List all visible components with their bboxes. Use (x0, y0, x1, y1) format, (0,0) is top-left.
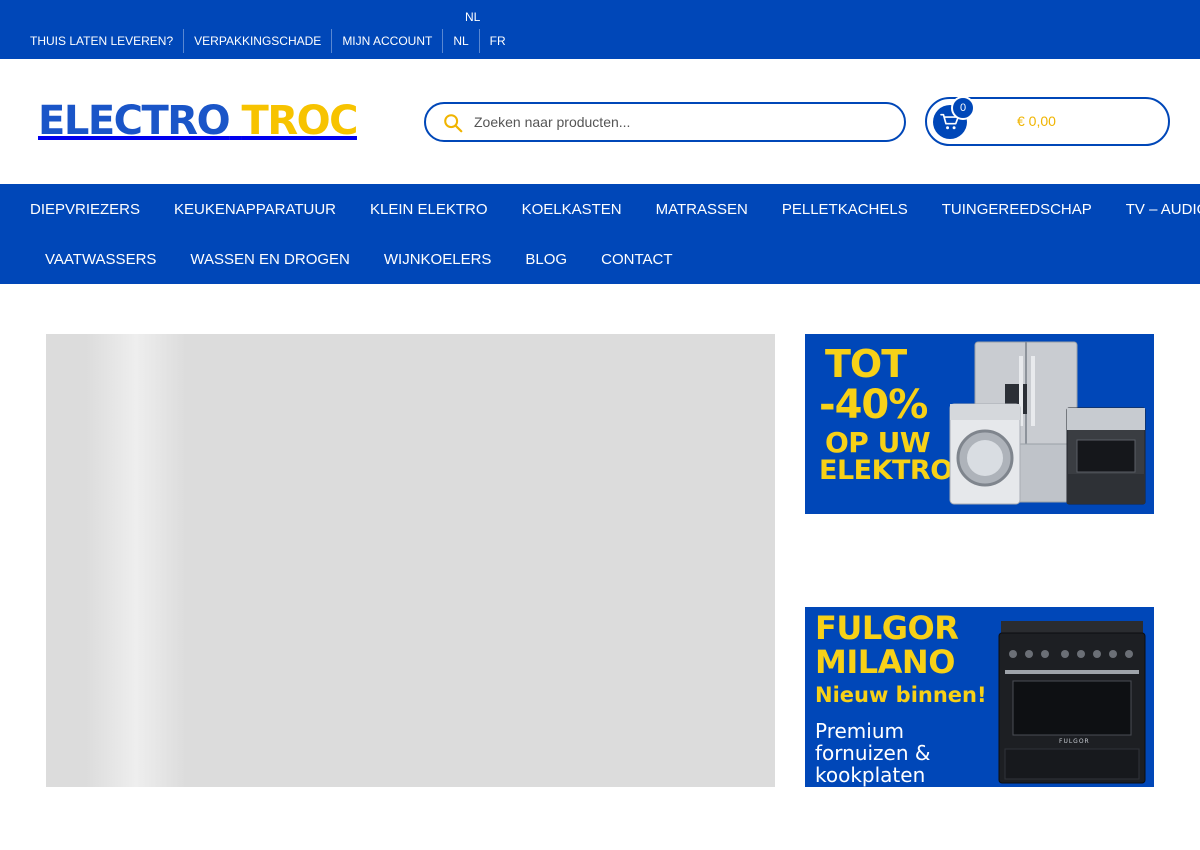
nav-item-matrassen[interactable]: MATRASSEN (656, 201, 748, 218)
nav-item-wijnkoelers[interactable]: WIJNKOELERS (384, 251, 492, 268)
appliances-illustration (949, 341, 1146, 505)
search-input[interactable] (474, 110, 884, 134)
nav-item-blog[interactable]: BLOG (525, 251, 567, 268)
main-nav: DIEPVRIEZERS KEUKENAPPARATUUR KLEIN ELEK… (0, 184, 1200, 284)
hero-slider-placeholder[interactable] (46, 334, 775, 787)
nav-row-1: DIEPVRIEZERS KEUKENAPPARATUUR KLEIN ELEK… (30, 184, 1200, 234)
toplink-deliver-home[interactable]: THUIS LATEN LEVEREN? (30, 29, 185, 53)
cart-total: € 0,00 (1017, 113, 1056, 129)
nav-item-wassen-en-drogen[interactable]: WASSEN EN DROGEN (190, 251, 349, 268)
nav-item-tv-audio[interactable]: TV – AUDIO (1126, 201, 1200, 218)
nav-item-diepvriezers[interactable]: DIEPVRIEZERS (30, 201, 140, 218)
search-box (424, 102, 906, 142)
nav-item-vaatwassers[interactable]: VAATWASSERS (45, 251, 156, 268)
nav-item-contact[interactable]: CONTACT (601, 251, 672, 268)
range-cooker-illustration (998, 621, 1146, 784)
loading-shimmer (86, 334, 186, 787)
logo-text-troc: TROC (241, 98, 359, 144)
cart-count-badge: 0 (951, 96, 975, 120)
site-header: ELECTRO TROC 0 € 0,00 (0, 59, 1200, 184)
nav-item-keukenapparatuur[interactable]: KEUKENAPPARATUUR (174, 201, 336, 218)
top-links: THUIS LATEN LEVEREN? VERPAKKINGSCHADE MI… (30, 29, 516, 53)
nav-item-tuingereedschap[interactable]: TUINGEREEDSCHAP (942, 201, 1092, 218)
fulgor-oven-brand: FULGOR (1059, 738, 1090, 745)
top-bar: NL THUIS LATEN LEVEREN? VERPAKKINGSCHADE… (0, 0, 1200, 59)
logo-text-electro: ELECTRO (38, 98, 231, 144)
language-current[interactable]: NL (465, 10, 480, 24)
nav-item-koelkasten[interactable]: KOELKASTEN (522, 201, 622, 218)
nav-item-pelletkachels[interactable]: PELLETKACHELS (782, 201, 908, 218)
promo-banner-fulgor[interactable]: FULGOR MILANO Nieuw binnen! Premium forn… (805, 607, 1154, 787)
cart-button[interactable]: 0 € 0,00 (925, 96, 1170, 146)
toplink-lang-fr[interactable]: FR (480, 29, 516, 53)
promo-banner-discount[interactable]: TOT -40% OP UW ELEKTRO (805, 334, 1154, 514)
site-logo[interactable]: ELECTRO TROC (38, 97, 359, 145)
search-icon[interactable] (442, 112, 464, 134)
toplink-packaging-damage[interactable]: VERPAKKINGSCHADE (184, 29, 333, 53)
toplink-my-account[interactable]: MIJN ACCOUNT (332, 29, 444, 53)
nav-row-2: VAATWASSERS WASSEN EN DROGEN WIJNKOELERS… (45, 234, 707, 284)
nav-item-klein-elektro[interactable]: KLEIN ELEKTRO (370, 201, 488, 218)
toplink-lang-nl[interactable]: NL (443, 29, 480, 53)
